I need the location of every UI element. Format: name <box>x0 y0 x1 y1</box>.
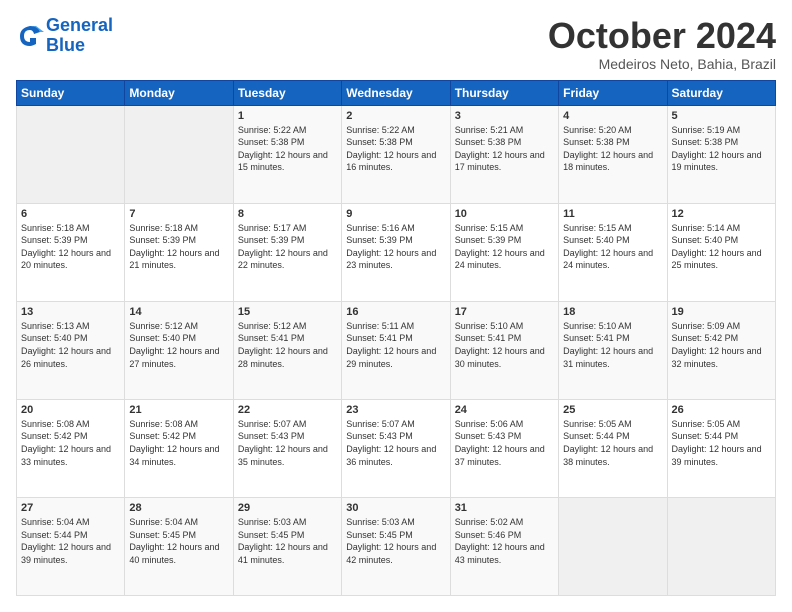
table-row: 31Sunrise: 5:02 AMSunset: 5:46 PMDayligh… <box>450 497 558 595</box>
calendar-week-4: 20Sunrise: 5:08 AMSunset: 5:42 PMDayligh… <box>17 399 776 497</box>
title-block: October 2024 Medeiros Neto, Bahia, Brazi… <box>548 16 776 72</box>
table-row: 24Sunrise: 5:06 AMSunset: 5:43 PMDayligh… <box>450 399 558 497</box>
table-row: 8Sunrise: 5:17 AMSunset: 5:39 PMDaylight… <box>233 203 341 301</box>
header-friday: Friday <box>559 80 667 105</box>
table-row: 20Sunrise: 5:08 AMSunset: 5:42 PMDayligh… <box>17 399 125 497</box>
table-row: 21Sunrise: 5:08 AMSunset: 5:42 PMDayligh… <box>125 399 233 497</box>
table-row: 28Sunrise: 5:04 AMSunset: 5:45 PMDayligh… <box>125 497 233 595</box>
calendar-week-5: 27Sunrise: 5:04 AMSunset: 5:44 PMDayligh… <box>17 497 776 595</box>
location: Medeiros Neto, Bahia, Brazil <box>548 56 776 72</box>
table-row <box>559 497 667 595</box>
table-row <box>667 497 775 595</box>
table-row <box>17 105 125 203</box>
header-tuesday: Tuesday <box>233 80 341 105</box>
table-row: 1Sunrise: 5:22 AMSunset: 5:38 PMDaylight… <box>233 105 341 203</box>
table-row: 19Sunrise: 5:09 AMSunset: 5:42 PMDayligh… <box>667 301 775 399</box>
header-wednesday: Wednesday <box>342 80 450 105</box>
table-row: 30Sunrise: 5:03 AMSunset: 5:45 PMDayligh… <box>342 497 450 595</box>
table-row: 6Sunrise: 5:18 AMSunset: 5:39 PMDaylight… <box>17 203 125 301</box>
calendar-week-1: 1Sunrise: 5:22 AMSunset: 5:38 PMDaylight… <box>17 105 776 203</box>
table-row: 2Sunrise: 5:22 AMSunset: 5:38 PMDaylight… <box>342 105 450 203</box>
table-row: 3Sunrise: 5:21 AMSunset: 5:38 PMDaylight… <box>450 105 558 203</box>
header-saturday: Saturday <box>667 80 775 105</box>
table-row: 18Sunrise: 5:10 AMSunset: 5:41 PMDayligh… <box>559 301 667 399</box>
table-row: 10Sunrise: 5:15 AMSunset: 5:39 PMDayligh… <box>450 203 558 301</box>
table-row: 9Sunrise: 5:16 AMSunset: 5:39 PMDaylight… <box>342 203 450 301</box>
table-row: 23Sunrise: 5:07 AMSunset: 5:43 PMDayligh… <box>342 399 450 497</box>
table-row: 16Sunrise: 5:11 AMSunset: 5:41 PMDayligh… <box>342 301 450 399</box>
table-row: 17Sunrise: 5:10 AMSunset: 5:41 PMDayligh… <box>450 301 558 399</box>
calendar-table: Sunday Monday Tuesday Wednesday Thursday… <box>16 80 776 596</box>
table-row: 11Sunrise: 5:15 AMSunset: 5:40 PMDayligh… <box>559 203 667 301</box>
table-row: 25Sunrise: 5:05 AMSunset: 5:44 PMDayligh… <box>559 399 667 497</box>
table-row: 22Sunrise: 5:07 AMSunset: 5:43 PMDayligh… <box>233 399 341 497</box>
table-row: 13Sunrise: 5:13 AMSunset: 5:40 PMDayligh… <box>17 301 125 399</box>
page: General Blue October 2024 Medeiros Neto,… <box>0 0 792 612</box>
table-row: 14Sunrise: 5:12 AMSunset: 5:40 PMDayligh… <box>125 301 233 399</box>
header-monday: Monday <box>125 80 233 105</box>
table-row: 7Sunrise: 5:18 AMSunset: 5:39 PMDaylight… <box>125 203 233 301</box>
header-sunday: Sunday <box>17 80 125 105</box>
table-row: 26Sunrise: 5:05 AMSunset: 5:44 PMDayligh… <box>667 399 775 497</box>
logo-text: General Blue <box>46 16 113 56</box>
table-row: 4Sunrise: 5:20 AMSunset: 5:38 PMDaylight… <box>559 105 667 203</box>
logo-icon <box>16 22 44 50</box>
header-thursday: Thursday <box>450 80 558 105</box>
month-title: October 2024 <box>548 16 776 56</box>
table-row <box>125 105 233 203</box>
logo: General Blue <box>16 16 113 56</box>
table-row: 29Sunrise: 5:03 AMSunset: 5:45 PMDayligh… <box>233 497 341 595</box>
header: General Blue October 2024 Medeiros Neto,… <box>16 16 776 72</box>
calendar-week-3: 13Sunrise: 5:13 AMSunset: 5:40 PMDayligh… <box>17 301 776 399</box>
table-row: 15Sunrise: 5:12 AMSunset: 5:41 PMDayligh… <box>233 301 341 399</box>
table-row: 12Sunrise: 5:14 AMSunset: 5:40 PMDayligh… <box>667 203 775 301</box>
calendar-header-row: Sunday Monday Tuesday Wednesday Thursday… <box>17 80 776 105</box>
table-row: 5Sunrise: 5:19 AMSunset: 5:38 PMDaylight… <box>667 105 775 203</box>
calendar-week-2: 6Sunrise: 5:18 AMSunset: 5:39 PMDaylight… <box>17 203 776 301</box>
table-row: 27Sunrise: 5:04 AMSunset: 5:44 PMDayligh… <box>17 497 125 595</box>
